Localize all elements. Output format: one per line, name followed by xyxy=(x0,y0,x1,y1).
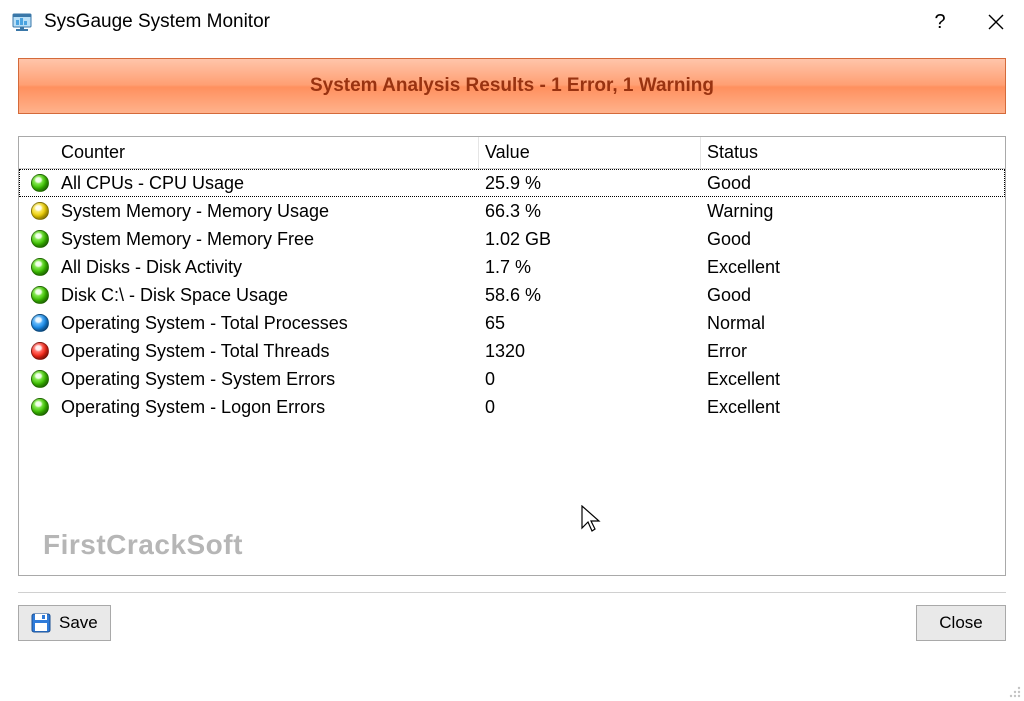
results-banner-text: System Analysis Results - 1 Error, 1 War… xyxy=(310,75,714,97)
close-window-button[interactable] xyxy=(968,0,1024,44)
counter-cell: All Disks - Disk Activity xyxy=(55,257,479,278)
status-orb-cell xyxy=(19,342,55,360)
value-cell: 0 xyxy=(479,397,701,418)
status-orb-icon xyxy=(31,174,49,192)
value-cell: 25.9 % xyxy=(479,173,701,194)
counter-cell: Operating System - Total Threads xyxy=(55,341,479,362)
status-cell: Excellent xyxy=(701,397,1005,418)
save-icon xyxy=(31,613,51,633)
value-cell: 1.7 % xyxy=(479,257,701,278)
table-row[interactable]: System Memory - Memory Free1.02 GBGood xyxy=(19,225,1005,253)
window-title: SysGauge System Monitor xyxy=(44,11,912,33)
counter-cell: Operating System - System Errors xyxy=(55,369,479,390)
column-header-counter[interactable]: Counter xyxy=(55,137,479,168)
column-header-icon[interactable] xyxy=(19,137,55,168)
table-row[interactable]: All CPUs - CPU Usage25.9 %Good xyxy=(19,169,1005,197)
status-cell: Normal xyxy=(701,313,1005,334)
help-button[interactable]: ? xyxy=(912,0,968,44)
table-header: Counter Value Status xyxy=(19,137,1005,169)
status-orb-icon xyxy=(31,370,49,388)
resize-grip-icon[interactable] xyxy=(1006,683,1022,699)
results-banner: System Analysis Results - 1 Error, 1 War… xyxy=(18,58,1006,114)
save-button[interactable]: Save xyxy=(18,605,111,641)
table-row[interactable]: System Memory - Memory Usage66.3 %Warnin… xyxy=(19,197,1005,225)
counter-cell: System Memory - Memory Usage xyxy=(55,201,479,222)
status-orb-cell xyxy=(19,230,55,248)
status-cell: Good xyxy=(701,173,1005,194)
status-cell: Excellent xyxy=(701,257,1005,278)
footer-separator xyxy=(18,592,1006,593)
counter-cell: Operating System - Logon Errors xyxy=(55,397,479,418)
status-cell: Excellent xyxy=(701,369,1005,390)
counter-cell: Operating System - Total Processes xyxy=(55,313,479,334)
status-orb-cell xyxy=(19,398,55,416)
table-row[interactable]: Disk C:\ - Disk Space Usage58.6 %Good xyxy=(19,281,1005,309)
status-cell: Warning xyxy=(701,201,1005,222)
value-cell: 0 xyxy=(479,369,701,390)
status-cell: Good xyxy=(701,285,1005,306)
status-orb-icon xyxy=(31,258,49,276)
counter-cell: Disk C:\ - Disk Space Usage xyxy=(55,285,479,306)
status-orb-cell xyxy=(19,314,55,332)
table-row[interactable]: Operating System - System Errors0Excelle… xyxy=(19,365,1005,393)
titlebar: SysGauge System Monitor ? xyxy=(0,0,1024,44)
status-orb-icon xyxy=(31,230,49,248)
value-cell: 65 xyxy=(479,313,701,334)
column-header-value[interactable]: Value xyxy=(479,137,701,168)
table-row[interactable]: Operating System - Logon Errors0Excellen… xyxy=(19,393,1005,421)
table-row[interactable]: All Disks - Disk Activity1.7 %Excellent xyxy=(19,253,1005,281)
counter-cell: System Memory - Memory Free xyxy=(55,229,479,250)
status-orb-icon xyxy=(31,202,49,220)
counter-cell: All CPUs - CPU Usage xyxy=(55,173,479,194)
column-header-status[interactable]: Status xyxy=(701,137,1005,168)
status-orb-cell xyxy=(19,258,55,276)
status-orb-cell xyxy=(19,202,55,220)
status-orb-cell xyxy=(19,370,55,388)
status-orb-cell xyxy=(19,286,55,304)
value-cell: 1320 xyxy=(479,341,701,362)
status-orb-icon xyxy=(31,342,49,360)
table-row[interactable]: Operating System - Total Processes65Norm… xyxy=(19,309,1005,337)
watermark-text: FirstCrackSoft xyxy=(43,529,243,561)
status-orb-icon xyxy=(31,398,49,416)
status-orb-icon xyxy=(31,314,49,332)
status-orb-cell xyxy=(19,174,55,192)
close-button[interactable]: Close xyxy=(916,605,1006,641)
status-cell: Error xyxy=(701,341,1005,362)
value-cell: 58.6 % xyxy=(479,285,701,306)
table-row[interactable]: Operating System - Total Threads1320Erro… xyxy=(19,337,1005,365)
status-orb-icon xyxy=(31,286,49,304)
value-cell: 66.3 % xyxy=(479,201,701,222)
app-icon xyxy=(10,10,34,34)
value-cell: 1.02 GB xyxy=(479,229,701,250)
save-button-label: Save xyxy=(59,613,98,633)
results-table: Counter Value Status All CPUs - CPU Usag… xyxy=(18,136,1006,576)
status-cell: Good xyxy=(701,229,1005,250)
close-button-label: Close xyxy=(939,613,982,633)
